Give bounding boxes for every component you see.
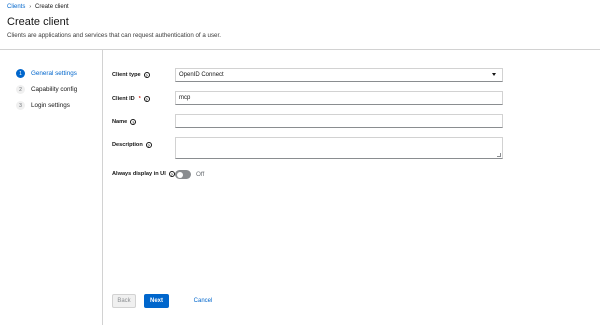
breadcrumb-current: Create client [35, 4, 69, 10]
breadcrumb-separator-icon: › [29, 4, 32, 10]
page-title: Create client [7, 16, 69, 28]
description-textarea[interactable] [175, 137, 503, 159]
client-id-label: Client ID * ? [112, 96, 150, 102]
question-circle-icon[interactable]: ? [130, 119, 137, 125]
toggle-state-text: Off [196, 171, 205, 178]
breadcrumb: Clients › Create client [7, 4, 69, 10]
question-circle-icon[interactable]: ? [143, 72, 150, 78]
next-button[interactable]: Next [144, 294, 169, 308]
client-type-label: Client type ? [112, 72, 150, 78]
wizard-step-general-settings[interactable]: 1 General settings [16, 69, 77, 78]
wizard-step-capability-config[interactable]: 2 Capability config [16, 85, 77, 94]
question-circle-icon[interactable]: ? [168, 171, 175, 177]
step-label: Capability config [31, 86, 78, 93]
step-number: 2 [16, 85, 25, 94]
cancel-button[interactable]: Cancel [188, 294, 218, 308]
client-type-select[interactable]: OpenID Connect [175, 68, 503, 82]
wizard-nav: 1 General settings 2 Capability config 3… [0, 50, 103, 325]
name-input[interactable] [175, 114, 503, 128]
wizard-step-login-settings[interactable]: 3 Login settings [16, 101, 70, 110]
always-display-toggle[interactable] [175, 170, 191, 179]
step-number: 3 [16, 101, 25, 110]
breadcrumb-link-clients[interactable]: Clients [7, 4, 25, 10]
back-button[interactable]: Back [112, 294, 136, 308]
caret-down-icon [492, 73, 496, 76]
page-description: Clients are applications and services th… [7, 32, 221, 39]
question-circle-icon[interactable]: ? [143, 96, 150, 102]
required-indicator: * [138, 96, 141, 102]
step-label: Login settings [31, 102, 70, 109]
toggle-knob [176, 171, 183, 178]
step-label: General settings [31, 70, 77, 77]
step-number: 1 [16, 69, 25, 78]
question-circle-icon[interactable]: ? [145, 142, 152, 148]
resize-grip-icon[interactable] [497, 153, 501, 157]
always-display-label: Always display in UI ? [112, 171, 175, 177]
client-id-input[interactable]: mcp [175, 91, 503, 105]
description-label: Description ? [112, 142, 152, 148]
name-label: Name ? [112, 119, 137, 125]
